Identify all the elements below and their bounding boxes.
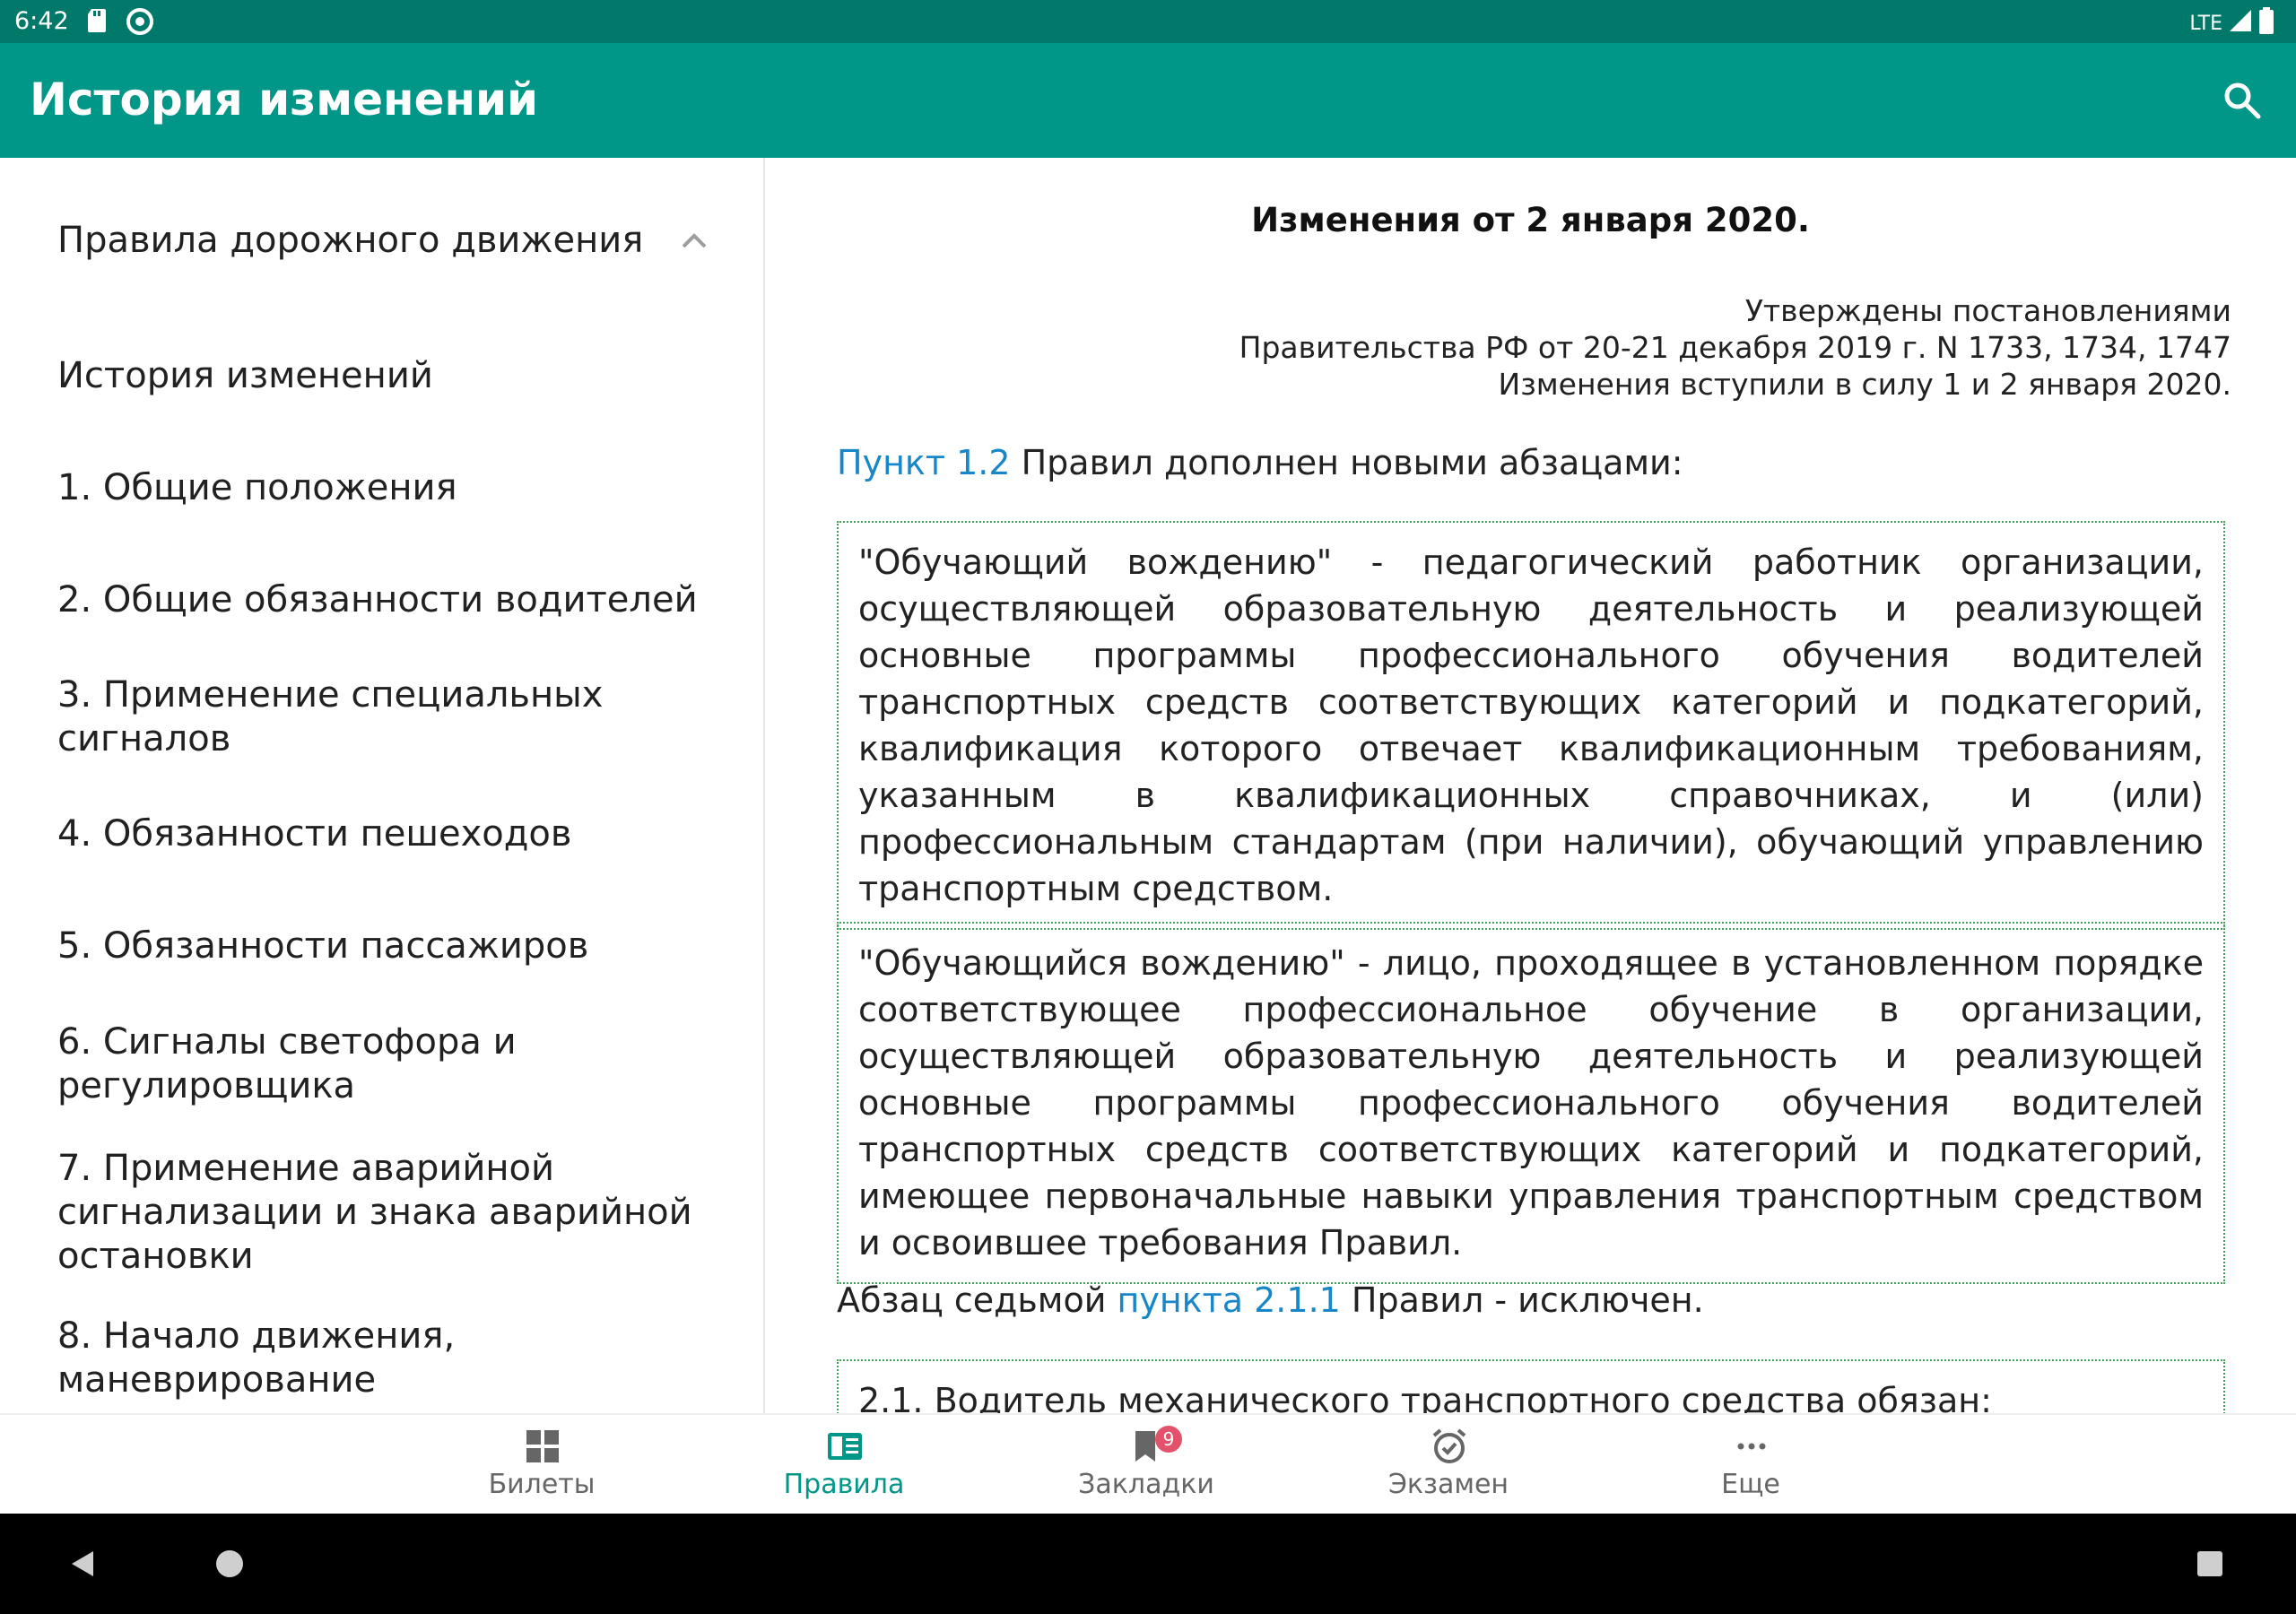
battery-icon <box>2258 7 2274 39</box>
nav-rules-label: Правила <box>783 1469 905 1500</box>
system-navigation-bar <box>0 1514 2296 1614</box>
home-icon[interactable] <box>213 1548 246 1580</box>
status-bar: 6:42 LTE <box>0 0 2296 43</box>
nav-exam[interactable]: Экзамен <box>1314 1415 1583 1515</box>
page-title: История изменений <box>30 74 539 126</box>
definition-box-2: "Обучающийся вождению" - лицо, проходяще… <box>837 922 2225 1284</box>
sidebar-item-3[interactable]: 3. Применение специальных сигналов <box>57 673 703 761</box>
point-2-1-1-link[interactable]: пункта 2.1.1 <box>1118 1280 1341 1320</box>
back-icon[interactable] <box>66 1548 99 1580</box>
sidebar-item-history[interactable]: История изменений <box>57 354 703 398</box>
nav-tickets[interactable]: Билеты <box>407 1415 676 1515</box>
sidebar-item-5[interactable]: 5. Обязанности пассажиров <box>57 924 703 968</box>
more-icon <box>1737 1443 1766 1450</box>
search-button[interactable] <box>2221 79 2264 122</box>
recents-icon[interactable] <box>2196 1549 2224 1578</box>
sd-card-icon <box>86 7 109 40</box>
point-1-2-link[interactable]: Пункт 1.2 <box>837 443 1011 482</box>
bottom-navigation: Билеты Правила 9 Закладки Экзамен Еще <box>0 1413 2296 1515</box>
definition-box-3: 2.1. Водитель механического транспортног… <box>837 1359 2225 1413</box>
nav-more-label: Еще <box>1721 1469 1780 1500</box>
approval-line-2: Правительства РФ от 20-21 декабря 2019 г… <box>1239 330 2231 365</box>
changes-content: Изменения от 2 января 2020. Утверждены п… <box>765 158 2296 1413</box>
sidebar-item-4[interactable]: 4. Обязанности пешеходов <box>57 812 703 856</box>
alarm-check-icon <box>1432 1428 1466 1463</box>
nav-rules[interactable]: Правила <box>709 1415 978 1515</box>
book-icon <box>828 1433 862 1460</box>
definition-box-1: "Обучающий вождению" - педагогический ра… <box>837 521 2225 930</box>
sidebar-item-2[interactable]: 2. Общие обязанности водителей <box>57 578 703 622</box>
approval-line-3: Изменения вступили в силу 1 и 2 января 2… <box>1498 367 2231 402</box>
rules-sidebar: Правила дорожного движения История измен… <box>0 158 765 1413</box>
search-icon <box>2224 82 2261 119</box>
changes-heading: Изменения от 2 января 2020. <box>1251 201 1810 239</box>
nav-exam-label: Экзамен <box>1387 1469 1509 1500</box>
sidebar-item-7[interactable]: 7. Применение аварийной сигнализации и з… <box>57 1147 703 1279</box>
nav-bookmarks[interactable]: 9 Закладки <box>1012 1415 1281 1515</box>
app-notification-icon <box>126 7 154 42</box>
signal-icon <box>2228 8 2253 39</box>
paragraph-1-text: Правил дополнен новыми абзацами: <box>1010 443 1683 482</box>
app-bar: История изменений <box>0 43 2296 158</box>
approval-note: Утверждены постановлениями Правительства… <box>1155 292 2231 403</box>
bookmarks-badge: 9 <box>1155 1426 1182 1453</box>
sidebar-item-6[interactable]: 6. Сигналы светофора и регулировщика <box>57 1020 703 1108</box>
chevron-up-icon[interactable] <box>676 223 712 259</box>
paragraph-2-before: Абзац седьмой <box>837 1280 1118 1320</box>
nav-more[interactable]: Еще <box>1616 1415 1885 1515</box>
status-time: 6:42 <box>14 7 69 35</box>
sidebar-item-8[interactable]: 8. Начало движения, маневрирование <box>57 1315 703 1402</box>
grid-icon <box>526 1430 559 1462</box>
sidebar-item-1[interactable]: 1. Общие положения <box>57 466 703 510</box>
paragraph-1: Пункт 1.2 Правил дополнен новыми абзацам… <box>837 441 2236 484</box>
paragraph-2-after: Правил - исключен. <box>1340 1280 1704 1320</box>
approval-line-1: Утверждены постановлениями <box>1744 293 2231 328</box>
paragraph-2: Абзац седьмой пункта 2.1.1 Правил - искл… <box>837 1279 2236 1322</box>
nav-bookmarks-label: Закладки <box>1078 1469 1214 1500</box>
network-type: LTE <box>2189 12 2222 35</box>
nav-tickets-label: Билеты <box>488 1469 596 1500</box>
sidebar-section-title[interactable]: Правила дорожного движения <box>57 219 643 263</box>
